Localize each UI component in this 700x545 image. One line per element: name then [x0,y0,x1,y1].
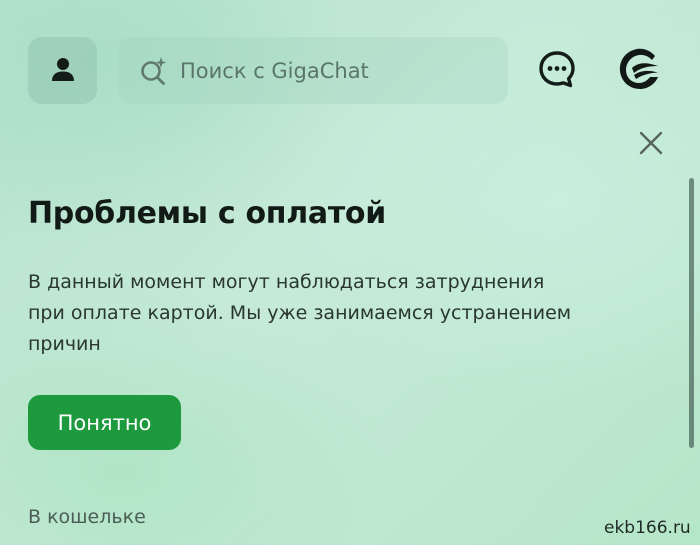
chat-button[interactable] [534,48,580,94]
sparkle-search-icon [138,55,170,87]
person-icon [48,54,78,88]
notice-message: В данный момент могут наблюдаться затруд… [28,271,572,355]
close-button[interactable] [636,130,666,160]
notice-title: Проблемы с оплатой [28,196,386,231]
chat-bubble-icon [537,49,577,93]
sber-wave-logo-icon [614,44,664,98]
wallet-link[interactable]: В кошельке [28,506,146,528]
app-logo-button[interactable] [612,44,666,98]
scrollbar[interactable] [689,178,694,448]
watermark: ekb166.ru [604,518,691,538]
top-bar [0,0,700,140]
close-icon [638,130,664,160]
profile-button[interactable] [28,37,97,104]
understood-button[interactable]: Понятно [28,395,181,450]
search-input[interactable] [180,58,480,83]
search-bar[interactable] [118,37,508,104]
